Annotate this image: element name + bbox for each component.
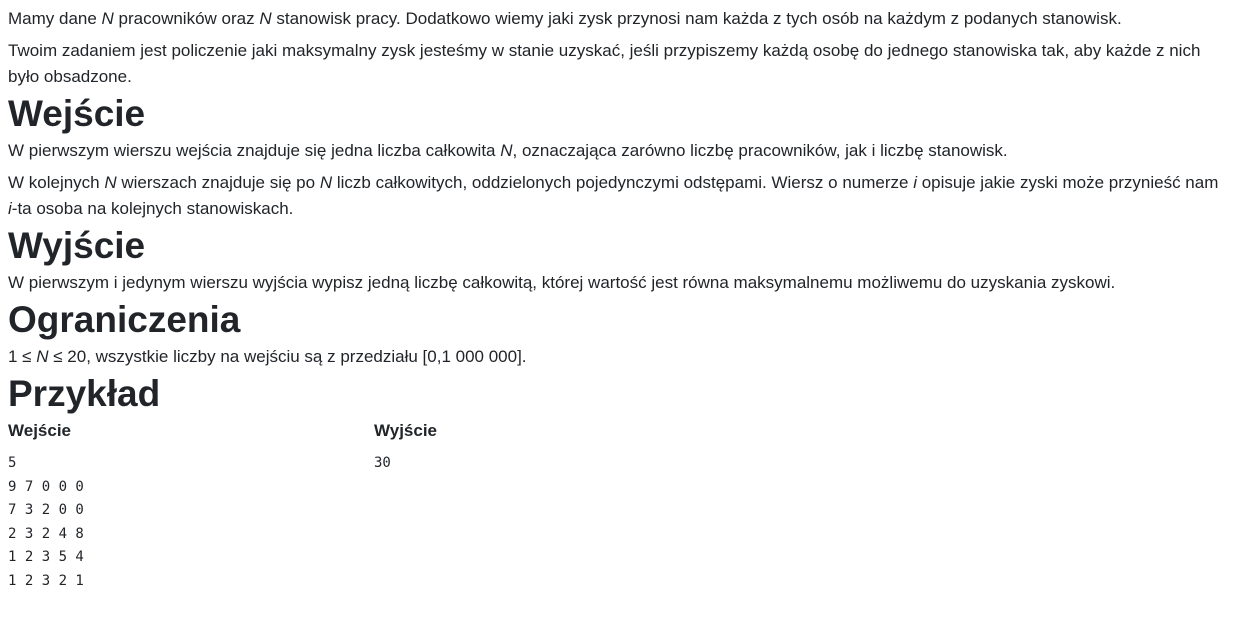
- variable-n: N: [104, 173, 117, 192]
- input-paragraph-2: W kolejnych N wierszach znajduje się po …: [8, 170, 1227, 222]
- text: liczb całkowitych, oddzielonych pojedync…: [332, 173, 914, 192]
- output-heading: Wyjście: [8, 225, 146, 266]
- example-output-code: 30: [374, 455, 391, 471]
- example-input-code: 5 9 7 0 0 0 7 3 2 0 0 2 3 2 4 8 1 2 3 5 …: [8, 455, 84, 589]
- example-block: Wejście 5 9 7 0 0 0 7 3 2 0 0 2 3 2 4 8 …: [8, 418, 1227, 594]
- text: pracowników oraz: [113, 9, 260, 28]
- text: , oznaczająca zarówno liczbę pracowników…: [512, 141, 1008, 160]
- variable-n: N: [319, 173, 333, 192]
- example-input-label: Wejście: [8, 421, 72, 440]
- input-paragraph-1: W pierwszym wierszu wejścia znajduje się…: [8, 138, 1227, 164]
- example-output-label: Wyjście: [374, 421, 438, 440]
- text: -ta osoba na kolejnych stanowiskach.: [11, 199, 294, 218]
- example-output-column: Wyjście 30: [374, 418, 674, 594]
- text: 1 ≤: [8, 347, 37, 366]
- intro-paragraph-1: Mamy dane N pracowników oraz N stanowisk…: [8, 0, 1227, 32]
- input-heading: Wejście: [8, 93, 146, 134]
- intro-paragraph-2: Twoim zadaniem jest policzenie jaki maks…: [8, 41, 1201, 86]
- constraints-paragraph: 1 ≤ N ≤ 20, wszystkie liczby na wejściu …: [8, 344, 1227, 370]
- problem-statement: Mamy dane N pracowników oraz N stanowisk…: [0, 0, 1235, 594]
- text: Mamy dane: [8, 9, 102, 28]
- variable-n: N: [500, 141, 513, 160]
- text: W pierwszym wierszu wejścia znajduje się…: [8, 141, 501, 160]
- variable-n: N: [259, 9, 272, 28]
- constraints-heading: Ograniczenia: [8, 299, 241, 340]
- output-paragraph: W pierwszym i jedynym wierszu wyjścia wy…: [8, 273, 1116, 292]
- text: wierszach znajduje się po: [116, 173, 320, 192]
- text: stanowisk pracy. Dodatkowo wiemy jaki zy…: [271, 9, 1122, 28]
- text: ≤ 20, wszystkie liczby na wejściu są z p…: [48, 347, 527, 366]
- text: W kolejnych: [8, 173, 105, 192]
- example-input-column: Wejście 5 9 7 0 0 0 7 3 2 0 0 2 3 2 4 8 …: [8, 418, 374, 594]
- text: opisuje jakie zyski może przynieść nam: [916, 173, 1219, 192]
- example-heading: Przykład: [8, 373, 161, 414]
- variable-n: N: [36, 347, 49, 366]
- variable-n: N: [101, 9, 114, 28]
